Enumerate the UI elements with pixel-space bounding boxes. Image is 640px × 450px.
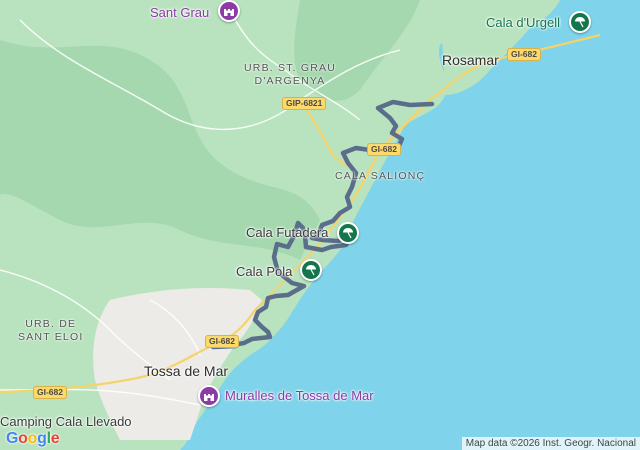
sant-grau-label[interactable]: Sant Grau bbox=[150, 5, 209, 20]
urb-st-grau-label: URB. ST. GRAU D'ARGENYA bbox=[244, 62, 336, 88]
castle-icon bbox=[224, 9, 234, 16]
map-attribution[interactable]: Map data ©2026 Inst. Geogr. Nacional bbox=[461, 437, 640, 450]
beach-umbrella-icon bbox=[306, 265, 316, 276]
google-letter: g bbox=[37, 430, 47, 447]
google-letter: G bbox=[6, 430, 19, 447]
google-letter: e bbox=[50, 430, 60, 447]
cala-futadera-pin[interactable] bbox=[337, 222, 359, 244]
sant-grau-pin[interactable] bbox=[218, 0, 240, 22]
rosamar-label[interactable]: Rosamar bbox=[442, 52, 499, 68]
google-letter: o bbox=[18, 430, 28, 447]
urb-sant-eloi-line2: SANT ELOI bbox=[18, 331, 84, 343]
google-letter: o bbox=[27, 430, 38, 447]
cala-pola-label[interactable]: Cala Pola bbox=[236, 264, 292, 279]
urb-sant-eloi-line1: URB. DE bbox=[25, 318, 77, 330]
tossa-de-mar-label[interactable]: Tossa de Mar bbox=[144, 363, 228, 379]
map-canvas[interactable]: Sant Grau URB. ST. GRAU D'ARGENYA Rosama… bbox=[0, 0, 640, 450]
urb-sant-eloi-label: URB. DE SANT ELOI bbox=[18, 318, 83, 344]
urb-st-grau-line2: D'ARGENYA bbox=[254, 75, 326, 87]
cala-futadera-label[interactable]: Cala Futadera bbox=[246, 225, 328, 240]
google-logo[interactable]: Google bbox=[6, 430, 60, 448]
cala-urgell-label[interactable]: Cala d'Urgell bbox=[486, 15, 560, 30]
beach-umbrella-icon bbox=[575, 17, 585, 28]
road-shield-gi682: GI-682 bbox=[33, 386, 67, 399]
castle-icon bbox=[204, 394, 214, 401]
cala-pola-pin[interactable] bbox=[300, 259, 322, 281]
road-shield-gi682: GI-682 bbox=[205, 335, 239, 348]
cala-urgell-pin[interactable] bbox=[569, 11, 591, 33]
camping-label[interactable]: Camping Cala Llevado bbox=[0, 414, 132, 429]
beach-umbrella-icon bbox=[343, 228, 353, 239]
road-shield-gip6821: GIP-6821 bbox=[282, 97, 327, 110]
cala-salionc-label: CALA SALIONÇ bbox=[335, 170, 426, 182]
muralles-pin[interactable] bbox=[198, 385, 220, 407]
road-shield-gi682: GI-682 bbox=[507, 48, 541, 61]
urb-st-grau-line1: URB. ST. GRAU bbox=[244, 62, 337, 74]
road-shield-gi682: GI-682 bbox=[367, 143, 401, 156]
muralles-label[interactable]: Muralles de Tossa de Mar bbox=[225, 388, 374, 403]
